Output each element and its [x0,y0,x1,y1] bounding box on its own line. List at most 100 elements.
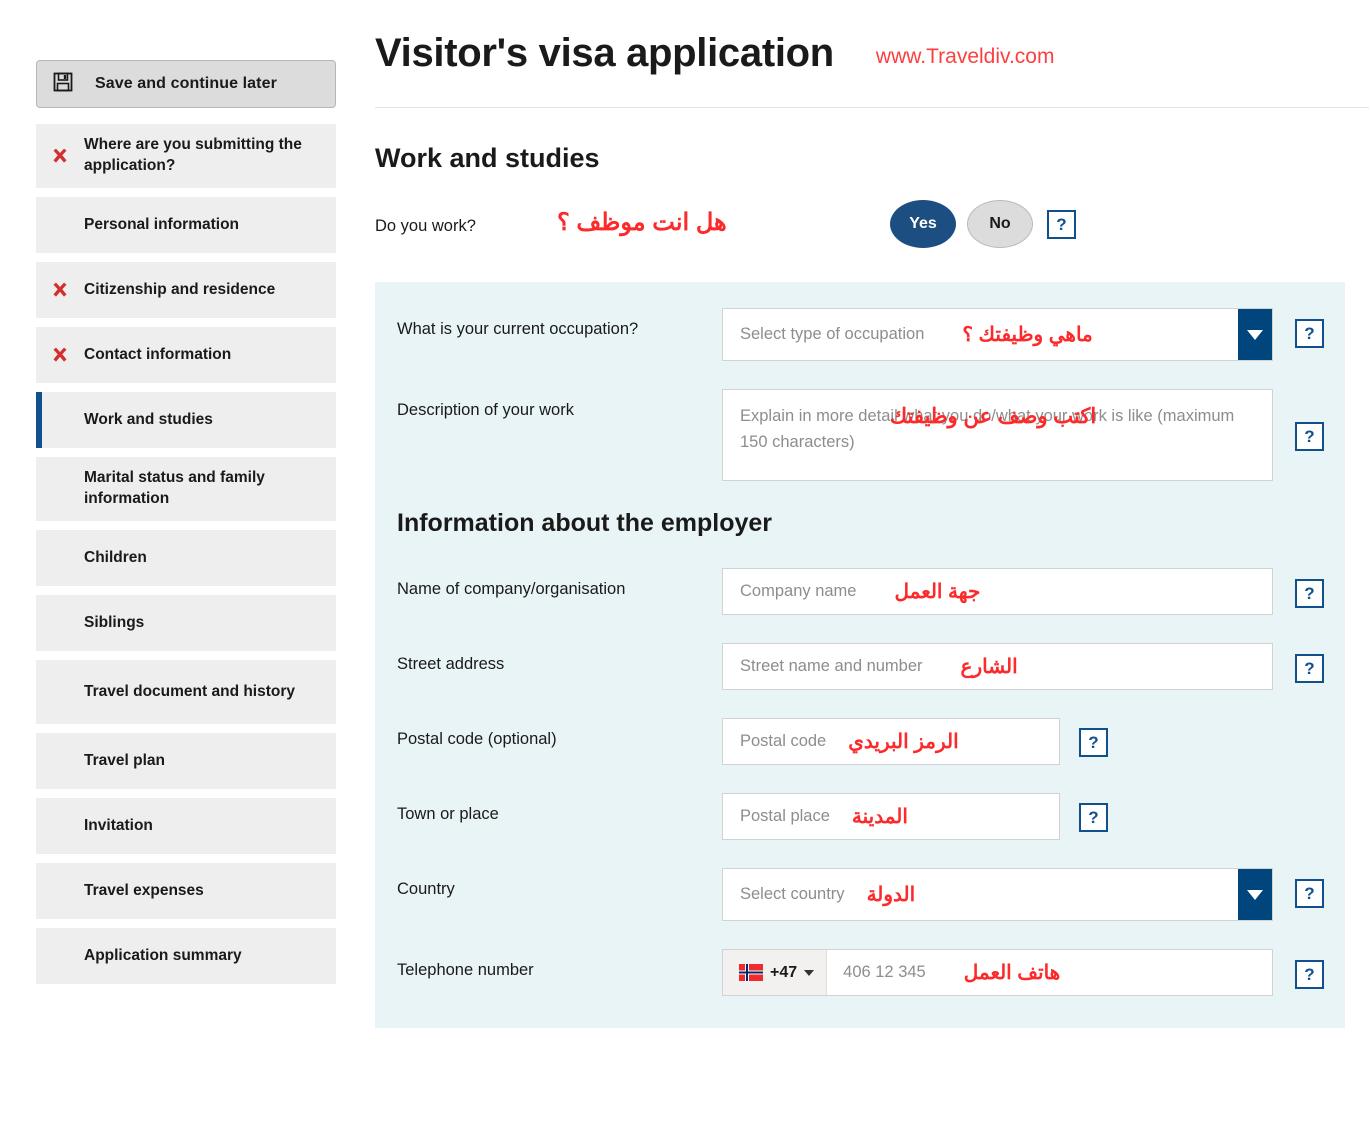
sidebar-item-travel-plan[interactable]: Travel plan [36,733,336,789]
occupation-label: What is your current occupation? [397,320,639,338]
country-label: Country [397,880,455,898]
save-button-label: Save and continue later [95,75,277,92]
error-x-icon [50,146,70,166]
visa-application-page: Save and continue later Where are you su… [0,0,1369,1143]
page-header: Visitor's visa application www.Traveldiv… [375,0,1369,108]
save-and-continue-later-button[interactable]: Save and continue later [36,60,336,108]
country-code-selector[interactable]: +47 [723,950,828,995]
company-name-annotation: جهة العمل [894,581,981,603]
sidebar-item-marital-status[interactable]: Marital status and family information [36,457,336,521]
occupation-annotation: ماهي وظيفتك ؟ [962,324,1093,346]
town-or-place-annotation: المدينة [851,806,908,828]
country-select[interactable]: Select country الدولة [722,868,1273,921]
description-field: Description of your work Explain in more… [375,389,1345,481]
telephone-number-field: Telephone number +47 406 12 345 هاتف الع… [375,949,1345,996]
telephone-number-annotation: هاتف العمل [963,962,1061,984]
sidebar-item-siblings[interactable]: Siblings [36,595,336,651]
do-you-work-row: Do you work? هل انت موظف ؟ Yes No ? [375,200,1369,272]
sidebar-item-travel-document-and-history[interactable]: Travel document and history [36,660,336,724]
sidebar-item-children[interactable]: Children [36,530,336,586]
sidebar-item-travel-expenses[interactable]: Travel expenses [36,863,336,919]
company-name-placeholder: Company name [740,582,857,600]
occupation-selected-value: Select type of occupation [740,325,925,343]
help-icon-company-name[interactable]: ? [1295,579,1324,608]
town-or-place-input[interactable]: Postal place المدينة [722,793,1060,840]
telephone-number-input-group: +47 406 12 345 هاتف العمل [722,949,1273,996]
street-address-input[interactable]: Street name and number الشارع [722,643,1273,690]
error-x-icon [50,280,70,300]
occupation-select[interactable]: Select type of occupation ماهي وظيفتك ؟ [722,308,1273,361]
postal-code-input[interactable]: Postal code الرمز البريدي [722,718,1060,765]
sidebar-item-label: Work and studies [84,410,213,428]
postal-code-annotation: الرمز البريدي [848,731,959,753]
help-icon-occupation[interactable]: ? [1295,319,1324,348]
postal-code-field: Postal code (optional) Postal code الرمز… [375,718,1345,765]
chevron-down-icon[interactable] [1238,869,1272,920]
sidebar-item-label: Contact information [84,345,232,363]
site-url-watermark: www.Traveldiv.com [875,44,1055,68]
sidebar-item-label: Application summary [84,946,242,964]
sidebar-item-label: Invitation [84,816,153,834]
description-label: Description of your work [397,401,574,419]
country-annotation: الدولة [866,884,916,906]
section-title: Work and studies [375,143,600,173]
help-icon-postal-code[interactable]: ? [1079,728,1108,757]
sidebar-item-invitation[interactable]: Invitation [36,798,336,854]
street-address-annotation: الشارع [960,656,1018,678]
help-icon-country[interactable]: ? [1295,879,1324,908]
error-x-icon [50,345,70,365]
town-or-place-placeholder: Postal place [740,807,830,825]
sidebar-item-label: Siblings [84,613,145,631]
main-content: Visitor's visa application www.Traveldiv… [375,0,1369,1028]
postal-code-label: Postal code (optional) [397,730,557,748]
chevron-down-icon[interactable] [1238,309,1272,360]
sidebar-nav-list: Where are you submitting the application… [36,124,336,984]
town-or-place-field: Town or place Postal place المدينة ? [375,793,1345,840]
sidebar-item-application-summary[interactable]: Application summary [36,928,336,984]
floppy-disk-icon [53,72,73,97]
help-icon-description[interactable]: ? [1295,422,1324,451]
do-you-work-label: Do you work? [375,217,476,235]
do-you-work-no-button[interactable]: No [967,200,1033,248]
country-field: Country Select country الدولة ? [375,868,1345,921]
occupation-field: What is your current occupation? Select … [375,308,1345,361]
street-address-field: Street address Street name and number ال… [375,643,1345,690]
employer-section-title: Information about the employer [397,509,773,537]
do-you-work-annotation: هل انت موظف ؟ [557,209,727,236]
sidebar-item-label: Citizenship and residence [84,280,276,298]
company-name-input[interactable]: Company name جهة العمل [722,568,1273,615]
sidebar-item-work-and-studies[interactable]: Work and studies [36,392,336,448]
country-code-value: +47 [770,963,798,981]
norway-flag-icon [739,964,763,981]
sidebar-item-label: Where are you submitting the application… [84,136,302,174]
sidebar-item-label: Travel document and history [84,682,296,700]
help-icon-do-you-work[interactable]: ? [1047,210,1076,239]
description-annotation: اكتب وصف عن وظيفتك [889,405,1097,428]
sidebar-item-contact-information[interactable]: Contact information [36,327,336,383]
telephone-number-placeholder: 406 12 345 [843,963,926,981]
sidebar-item-where-submitting[interactable]: Where are you submitting the application… [36,124,336,188]
help-icon-town-or-place[interactable]: ? [1079,803,1108,832]
sidebar-item-citizenship-and-residence[interactable]: Citizenship and residence [36,262,336,318]
help-icon-telephone-number[interactable]: ? [1295,960,1324,989]
do-you-work-yes-button[interactable]: Yes [890,200,956,248]
sidebar: Save and continue later Where are you su… [36,60,336,993]
sidebar-item-label: Children [84,548,147,566]
page-title: Visitor's visa application [375,31,834,75]
street-address-label: Street address [397,655,505,673]
company-name-label: Name of company/organisation [397,580,626,598]
company-name-field: Name of company/organisation Company nam… [375,568,1345,615]
help-icon-street-address[interactable]: ? [1295,654,1324,683]
sidebar-item-label: Marital status and family information [84,469,265,507]
telephone-number-label: Telephone number [397,961,534,979]
town-or-place-label: Town or place [397,805,499,823]
description-textarea[interactable]: Explain in more detail what you do/what … [722,389,1273,481]
street-address-placeholder: Street name and number [740,657,923,675]
telephone-number-input[interactable]: 406 12 345 هاتف العمل [827,950,1272,995]
sidebar-item-label: Travel expenses [84,881,204,899]
sidebar-item-personal-information[interactable]: Personal information [36,197,336,253]
sidebar-item-label: Personal information [84,215,240,233]
country-selected-value: Select country [740,885,845,903]
description-placeholder-line2: 150 characters) [740,432,855,451]
work-details-panel: What is your current occupation? Select … [375,282,1345,1028]
